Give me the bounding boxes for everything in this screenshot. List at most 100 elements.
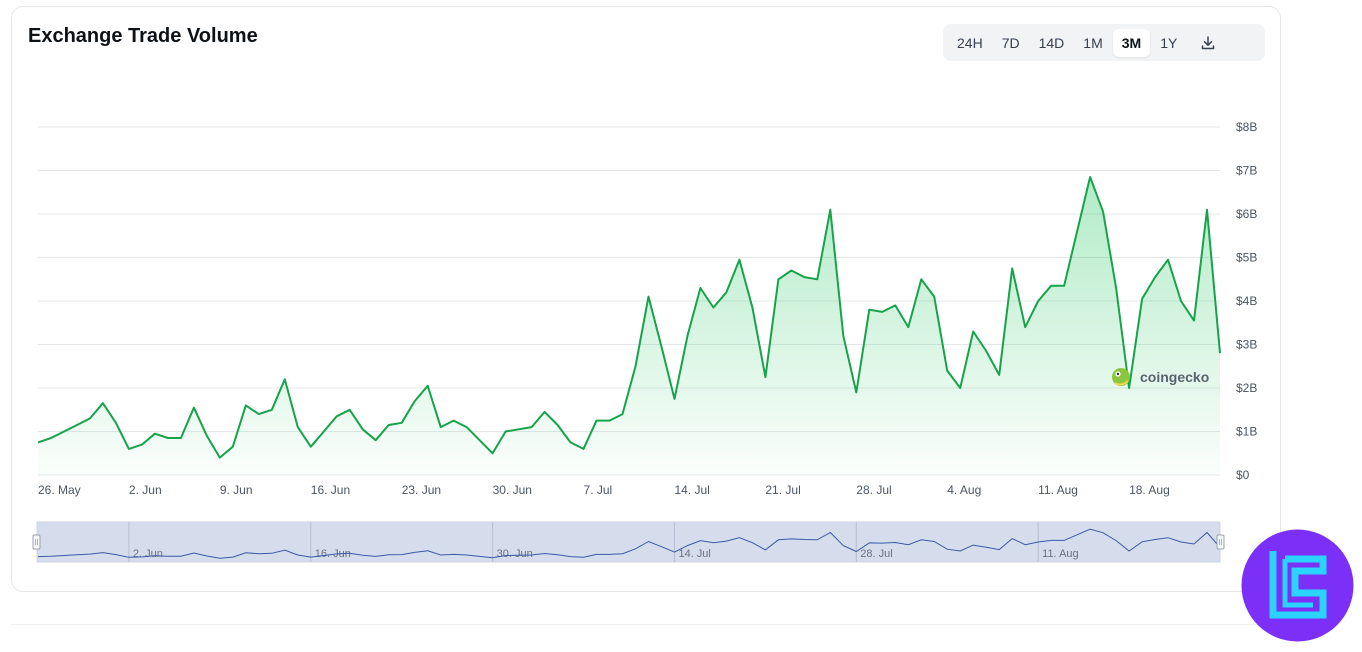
data-point (556, 424, 558, 426)
watermark-text: coingecko (1140, 369, 1209, 385)
y-tick-label: $6B (1236, 207, 1257, 221)
data-point (738, 259, 740, 261)
navigator-tick-label: 2. Jun (133, 548, 163, 560)
data-point (63, 430, 65, 432)
x-tick-label: 26. May (38, 483, 81, 497)
navigator-left-handle[interactable] (32, 534, 41, 550)
x-tick-label: 16. Jun (311, 483, 350, 497)
data-point (634, 365, 636, 367)
data-point (985, 350, 987, 352)
data-point (660, 346, 662, 348)
data-point (1076, 230, 1078, 232)
data-point (362, 428, 364, 430)
data-point (401, 422, 403, 424)
data-point (959, 387, 961, 389)
data-point (725, 291, 727, 293)
y-axis: $0 $1B $2B $3B $4B $5B $6B $7B $8B (1236, 120, 1257, 482)
data-point (232, 446, 234, 448)
data-point (868, 309, 870, 311)
data-point (543, 411, 545, 413)
y-tick-label: $2B (1236, 381, 1257, 395)
brand-logo-icon (1241, 529, 1354, 642)
trade-volume-chart: $0 $1B $2B $3B $4B $5B $6B $7B $8B 26. May 2. Jun… (32, 120, 1257, 563)
data-point (920, 278, 922, 280)
data-point (1050, 285, 1052, 287)
data-point (582, 448, 584, 450)
data-point (465, 426, 467, 428)
y-tick-label: $8B (1236, 120, 1257, 134)
data-point (816, 278, 818, 280)
data-point (608, 419, 610, 421)
data-point (245, 404, 247, 406)
data-point (50, 437, 52, 439)
data-point (686, 335, 688, 337)
data-point (310, 446, 312, 448)
navigator-tick-label: 11. Aug (1042, 548, 1079, 560)
data-point (1011, 267, 1013, 269)
x-axis: 26. May 2. Jun 9. Jun 16. Jun 23. Jun 30. Jun… (38, 483, 1170, 497)
data-point (972, 330, 974, 332)
navigator-tick-label: 30. Jun (497, 548, 533, 560)
data-point (504, 430, 506, 432)
data-point (595, 419, 597, 421)
data-point (206, 435, 208, 437)
volume-area (38, 177, 1220, 475)
y-tick-label: $3B (1236, 338, 1257, 352)
data-point (180, 437, 182, 439)
data-point (569, 441, 571, 443)
data-point (349, 409, 351, 411)
data-point (1180, 300, 1182, 302)
data-point (1115, 287, 1117, 289)
data-point (219, 456, 221, 458)
x-tick-label: 14. Jul (674, 483, 709, 497)
x-tick-label: 23. Jun (402, 483, 441, 497)
coingecko-watermark: coingecko (1112, 368, 1209, 386)
data-point (323, 430, 325, 432)
y-tick-label: $5B (1236, 251, 1257, 265)
data-point (440, 426, 442, 428)
y-tick-label: $0 (1236, 468, 1250, 482)
data-point (128, 448, 130, 450)
data-point (1128, 387, 1130, 389)
x-tick-label: 21. Jul (765, 483, 800, 497)
data-point (842, 335, 844, 337)
range-navigator[interactable]: 2. Jun 16. Jun 30. Jun 14. Jul 28. Jul 11. Au… (32, 521, 1225, 563)
x-tick-label: 28. Jul (856, 483, 891, 497)
data-point (452, 419, 454, 421)
data-point (284, 378, 286, 380)
data-point (89, 417, 91, 419)
data-point (336, 415, 338, 417)
y-tick-label: $4B (1236, 294, 1257, 308)
data-point (297, 426, 299, 428)
data-point (621, 413, 623, 415)
data-point (1154, 276, 1156, 278)
data-point (764, 376, 766, 378)
data-point (790, 269, 792, 271)
data-point (271, 409, 273, 411)
x-tick-label: 9. Jun (220, 483, 253, 497)
data-point (375, 439, 377, 441)
data-point (193, 406, 195, 408)
data-point (76, 424, 78, 426)
data-point (1167, 259, 1169, 261)
data-point (167, 437, 169, 439)
x-tick-label: 30. Jun (493, 483, 532, 497)
data-point (1102, 211, 1104, 213)
data-point (37, 441, 39, 443)
data-point (478, 439, 480, 441)
data-point (1219, 352, 1221, 354)
data-point (881, 311, 883, 313)
navigator-tick-label: 14. Jul (678, 548, 710, 560)
data-point (517, 428, 519, 430)
data-point (894, 304, 896, 306)
data-point (530, 426, 532, 428)
data-point (1206, 209, 1208, 211)
data-point (751, 306, 753, 308)
data-point (1063, 285, 1065, 287)
y-tick-label: $7B (1236, 164, 1257, 178)
data-point (907, 326, 909, 328)
x-tick-label: 7. Jul (584, 483, 613, 497)
data-point (699, 287, 701, 289)
data-point (1037, 300, 1039, 302)
navigator-right-handle[interactable] (1216, 534, 1225, 550)
